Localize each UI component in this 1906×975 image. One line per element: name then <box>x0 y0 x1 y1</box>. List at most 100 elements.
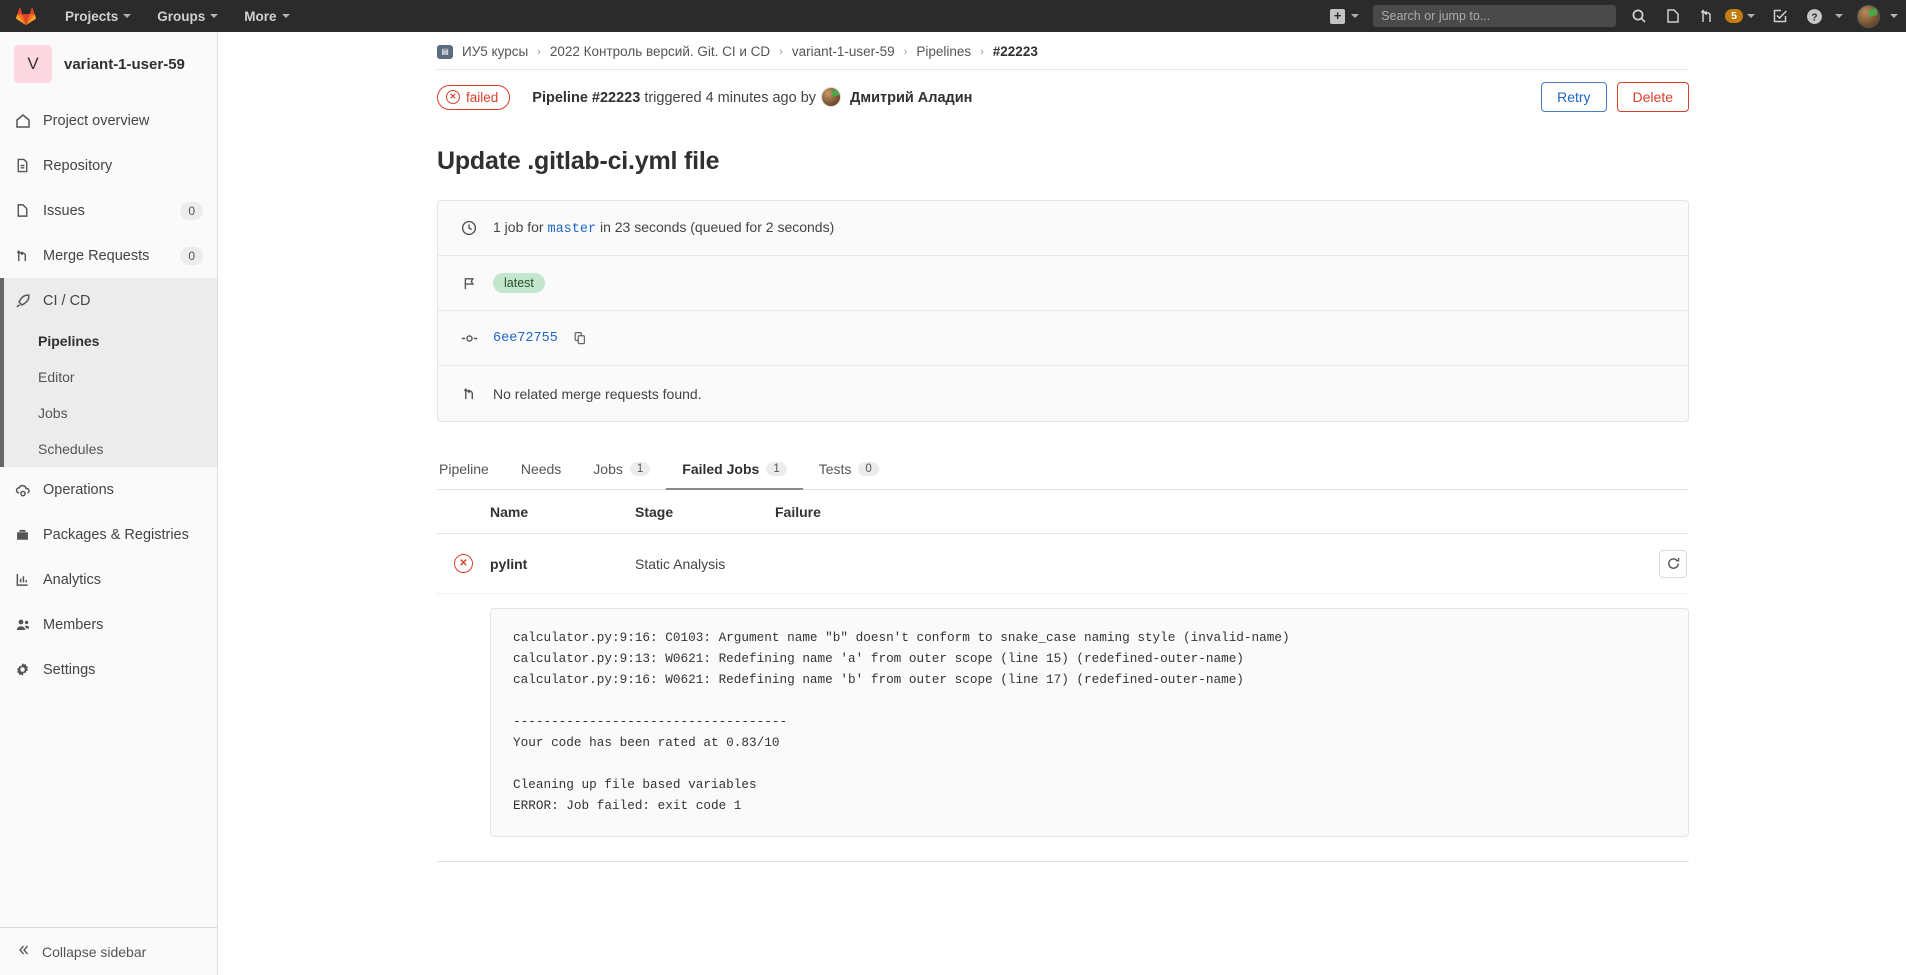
sidebar-item-issues[interactable]: Issues 0 <box>0 188 217 233</box>
tab-needs[interactable]: Needs <box>505 450 577 490</box>
gear-icon <box>14 662 31 677</box>
sidebar-item-jobs[interactable]: Jobs <box>0 395 217 431</box>
failed-status-icon: ✕ <box>446 90 460 104</box>
chevron-down-icon <box>1351 14 1359 18</box>
gitlab-tanuki-logo[interactable] <box>0 5 52 27</box>
todos-checkbox-icon[interactable] <box>1763 0 1797 32</box>
trigger-user-name[interactable]: Дмитрий Аладин <box>850 90 972 106</box>
latest-tag-badge[interactable]: latest <box>493 273 545 293</box>
breadcrumb-item-3[interactable]: Pipelines <box>916 44 971 59</box>
sidebar-item-editor[interactable]: Editor <box>0 359 217 395</box>
user-menu[interactable] <box>1851 0 1906 32</box>
issues-count-badge: 0 <box>180 202 203 220</box>
tab-jobs-label: Jobs <box>593 461 623 477</box>
retry-button[interactable]: Retry <box>1541 82 1606 112</box>
breadcrumb-item-current[interactable]: #22223 <box>993 44 1038 59</box>
retry-refresh-icon[interactable] <box>1659 550 1687 578</box>
create-new-menu[interactable]: + <box>1322 0 1367 32</box>
tab-tests-count: 0 <box>858 462 878 476</box>
search-input[interactable] <box>1381 9 1608 23</box>
column-header-failure: Failure <box>775 504 1689 520</box>
table-row[interactable]: ✕ pylint Static Analysis <box>437 534 1689 594</box>
collapse-sidebar-button[interactable]: Collapse sidebar <box>0 927 217 975</box>
delete-button[interactable]: Delete <box>1617 82 1689 112</box>
main-content: ▤ ИУ5 курсы › 2022 Контроль версий. Git.… <box>218 32 1906 975</box>
status-badge[interactable]: ✕ failed <box>437 85 510 110</box>
sidebar-project-header[interactable]: V variant-1-user-59 <box>0 32 217 96</box>
tab-failed-jobs[interactable]: Failed Jobs 1 <box>666 450 802 490</box>
chevron-down-icon <box>1835 14 1843 18</box>
content-container: ▤ ИУ5 курсы › 2022 Контроль версий. Git.… <box>437 32 1689 862</box>
breadcrumb-separator: › <box>537 46 541 58</box>
sidebar-item-packages-registries[interactable]: Packages & Registries <box>0 512 217 557</box>
no-merge-requests-text: No related merge requests found. <box>493 386 702 402</box>
rocket-icon <box>14 293 31 309</box>
column-header-stage: Stage <box>635 504 775 520</box>
job-log-wrapper: calculator.py:9:16: C0103: Argument name… <box>437 594 1689 837</box>
pipeline-trigger-info: Pipeline #22223 triggered 4 minutes ago … <box>532 87 972 107</box>
nav-groups[interactable]: Groups <box>144 0 231 32</box>
nav-more[interactable]: More <box>231 0 302 32</box>
search-icon[interactable] <box>1622 0 1656 32</box>
tab-tests[interactable]: Tests 0 <box>803 450 895 490</box>
jobs-count-prefix: 1 job for <box>493 219 547 235</box>
log-line: ERROR: Job failed: exit code 1 <box>513 795 1666 816</box>
pipeline-ref-link[interactable]: master <box>547 222 596 237</box>
sidebar-item-analytics[interactable]: Analytics <box>0 557 217 602</box>
sidebar-item-repository[interactable]: Repository <box>0 143 217 188</box>
user-avatar[interactable] <box>1857 5 1880 28</box>
tab-jobs-count: 1 <box>630 462 650 476</box>
info-row-jobs: 1 job for master in 23 seconds (queued f… <box>438 201 1688 256</box>
breadcrumb: ▤ ИУ5 курсы › 2022 Контроль версий. Git.… <box>437 32 1689 69</box>
failed-status-icon: ✕ <box>437 554 490 573</box>
help-question-icon[interactable]: ? <box>1797 0 1831 32</box>
tab-needs-label: Needs <box>521 461 561 477</box>
project-avatar: V <box>14 45 52 83</box>
breadcrumb-item-1[interactable]: 2022 Контроль версий. Git. CI и CD <box>550 44 770 59</box>
sidebar-item-project-overview[interactable]: Project overview <box>0 98 217 143</box>
search-input-wrapper[interactable] <box>1373 5 1616 27</box>
job-name-link[interactable]: pylint <box>490 556 527 572</box>
sidebar-item-merge-requests[interactable]: Merge Requests 0 <box>0 233 217 278</box>
commit-sha-link[interactable]: 6ee72755 <box>493 331 558 346</box>
home-icon <box>14 113 31 129</box>
sidebar-label-project-overview: Project overview <box>43 113 203 129</box>
log-line-blank <box>513 753 1666 774</box>
sidebar-item-ci-cd[interactable]: CI / CD <box>0 278 217 323</box>
merge-request-icon <box>14 248 31 263</box>
tab-failed-jobs-label: Failed Jobs <box>682 461 759 477</box>
chevron-down-icon <box>123 14 131 18</box>
tab-jobs[interactable]: Jobs 1 <box>577 450 666 490</box>
sidebar-item-members[interactable]: Members <box>0 602 217 647</box>
sidebar-item-pipelines[interactable]: Pipelines <box>0 323 217 359</box>
page-title: Update .gitlab-ci.yml file <box>437 125 1689 200</box>
nav-projects[interactable]: Projects <box>52 0 144 32</box>
document-icon <box>14 158 31 173</box>
sidebar-label-settings: Settings <box>43 662 203 678</box>
sidebar-item-operations[interactable]: Operations <box>0 467 217 512</box>
svg-text:?: ? <box>1811 12 1817 23</box>
chevron-down-icon <box>1747 14 1755 18</box>
breadcrumb-separator: › <box>904 46 908 58</box>
sidebar-spacer <box>0 692 217 927</box>
merge-requests-menu[interactable]: 5 <box>1690 0 1763 32</box>
issues-icon[interactable] <box>1656 0 1690 32</box>
nav-groups-label: Groups <box>157 9 205 24</box>
tab-tests-label: Tests <box>819 461 852 477</box>
merge-requests-icon[interactable] <box>1690 0 1724 32</box>
top-navigation-bar: Projects Groups More + <box>0 0 1906 32</box>
breadcrumb-item-2[interactable]: variant-1-user-59 <box>792 44 895 59</box>
sidebar-item-schedules[interactable]: Schedules <box>0 431 217 467</box>
breadcrumb-item-0[interactable]: ИУ5 курсы <box>462 44 528 59</box>
pipeline-id-label: Pipeline #22223 <box>532 90 640 106</box>
job-log-output[interactable]: calculator.py:9:16: C0103: Argument name… <box>490 608 1689 837</box>
sidebar-item-settings[interactable]: Settings <box>0 647 217 692</box>
project-sidebar: V variant-1-user-59 Project overview R <box>0 32 218 975</box>
log-line: Your code has been rated at 0.83/10 <box>513 732 1666 753</box>
copy-to-clipboard-icon[interactable] <box>573 331 587 345</box>
help-menu[interactable]: ? <box>1797 0 1851 32</box>
tab-pipeline[interactable]: Pipeline <box>437 450 505 490</box>
sidebar-label-repository: Repository <box>43 158 203 174</box>
merge-request-icon <box>460 386 478 401</box>
log-line: calculator.py:9:16: C0103: Argument name… <box>513 627 1666 648</box>
